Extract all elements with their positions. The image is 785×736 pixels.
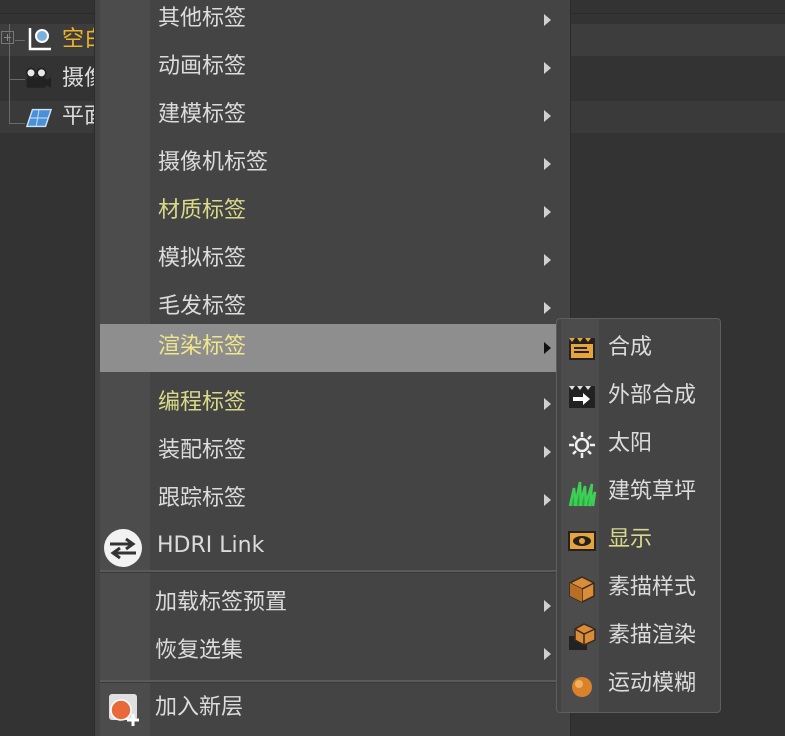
submenu-arrow-icon	[544, 158, 551, 170]
menu-item-programming-tags[interactable]: 编程标签	[100, 380, 561, 428]
menu-item-label: 渲染标签	[158, 334, 247, 359]
null-object-icon	[28, 28, 51, 51]
menu-item-simulation-tags[interactable]: 模拟标签	[100, 236, 561, 284]
submenu-item-sketch-style[interactable]: 素描样式	[561, 564, 719, 612]
external-compositing-icon	[569, 386, 595, 408]
grass-icon	[568, 481, 597, 507]
submenu-arrow-icon	[544, 62, 551, 74]
expand-toggle[interactable]	[1, 31, 14, 44]
menu-item-restore-selection[interactable]: 恢复选集	[100, 626, 561, 674]
menu-item-camera-tags[interactable]: 摄像机标签	[100, 140, 561, 188]
submenu-item-label: 素描渲染	[608, 623, 697, 648]
add-layer-icon	[109, 694, 139, 726]
tree-connector	[9, 123, 25, 124]
menu-item-label: HDRI Link	[157, 533, 265, 558]
menu-item-label: 编程标签	[158, 390, 247, 415]
submenu-item-label: 建筑草坪	[608, 479, 697, 504]
menu-item-load-tag-preset[interactable]: 加载标签预置	[100, 578, 561, 626]
menu-item-add-new-layer[interactable]: 加入新层	[100, 686, 561, 734]
menu-item-label: 跟踪标签	[158, 486, 247, 511]
submenu-item-motion-blur[interactable]: 运动模糊	[561, 660, 719, 708]
submenu-arrow-icon	[544, 398, 551, 410]
submenu-item-label: 显示	[608, 527, 653, 552]
menu-item-render-tags[interactable]: 渲染标签	[100, 324, 561, 372]
submenu-arrow-icon	[544, 648, 551, 660]
display-eye-icon	[568, 531, 596, 551]
submenu-item-label: 太阳	[608, 431, 653, 456]
menu-item-label: 毛发标签	[158, 294, 247, 319]
menu-separator	[100, 680, 561, 683]
menu-item-label: 模拟标签	[158, 246, 247, 271]
compositing-tag-icon	[569, 338, 595, 360]
menu-item-rigging-tags[interactable]: 装配标签	[100, 428, 561, 476]
menu-item-label: 加入新层	[155, 695, 244, 720]
submenu-item-grass[interactable]: 建筑草坪	[561, 468, 719, 516]
submenu-arrow-icon	[544, 110, 551, 122]
menu-item-label: 摄像机标签	[158, 150, 269, 175]
menu-item-label: 动画标签	[158, 54, 247, 79]
submenu-arrow-icon	[544, 342, 551, 354]
submenu-arrow-icon	[544, 494, 551, 506]
menu-item-label: 加载标签预置	[155, 590, 288, 615]
menu-separator	[100, 570, 561, 573]
hdri-link-icon	[104, 529, 142, 567]
menu-item-label: 其他标签	[158, 6, 247, 31]
submenu-item-label: 运动模糊	[608, 671, 697, 696]
tree-connector	[15, 40, 25, 41]
submenu-item-sketch-render[interactable]: 素描渲染	[561, 612, 719, 660]
submenu-arrow-icon	[544, 14, 551, 26]
submenu-item-label: 外部合成	[608, 383, 697, 408]
menu-item-modeling-tags[interactable]: 建模标签	[100, 92, 561, 140]
menu-item-label: 恢复选集	[155, 638, 244, 663]
submenu-arrow-icon	[544, 254, 551, 266]
menu-item-tracking-tags[interactable]: 跟踪标签	[100, 476, 561, 524]
menu-item-material-tags[interactable]: 材质标签	[100, 188, 561, 236]
sketch-render-icon	[569, 623, 596, 650]
submenu-item-label: 素描样式	[608, 575, 697, 600]
submenu-arrow-icon	[544, 206, 551, 218]
submenu-item-display[interactable]: 显示	[561, 516, 719, 564]
submenu-arrow-icon	[544, 600, 551, 612]
camera-icon	[25, 67, 52, 88]
menu-item-hdri-link[interactable]: HDRI Link	[100, 523, 561, 571]
submenu-item-compositing[interactable]: 合成	[561, 324, 719, 372]
sketch-style-icon	[569, 576, 595, 603]
submenu-item-label: 合成	[608, 335, 653, 360]
menu-item-animation-tags[interactable]: 动画标签	[100, 44, 561, 92]
tree-connector	[9, 79, 25, 80]
menu-item-label: 材质标签	[158, 198, 247, 223]
menu-item-label: 建模标签	[158, 102, 247, 127]
plane-icon	[25, 108, 53, 128]
menu-item-label: 装配标签	[158, 438, 247, 463]
submenu-arrow-icon	[544, 302, 551, 314]
sun-icon	[569, 432, 595, 458]
submenu-arrow-icon	[544, 446, 551, 458]
submenu-item-external-compositing[interactable]: 外部合成	[561, 372, 719, 420]
submenu-item-sun[interactable]: 太阳	[561, 420, 719, 468]
motion-blur-icon	[572, 677, 592, 697]
tags-context-menu: 其他标签 动画标签 建模标签 摄像机标签 材质标签 模拟标签 毛发标签 渲染标签…	[94, 0, 571, 736]
menu-item-other-tags[interactable]: 其他标签	[100, 0, 561, 44]
render-tags-submenu: 合成 外部合成 太阳 建筑草坪 显示 素描样式 素描渲染 运动模糊	[556, 318, 721, 713]
